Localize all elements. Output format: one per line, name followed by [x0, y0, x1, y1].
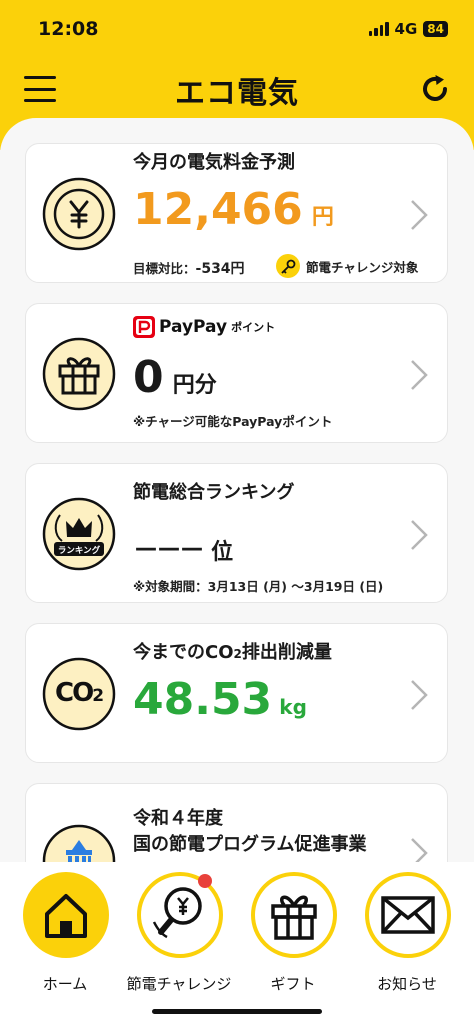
co2-icon: CO2 — [42, 657, 116, 731]
chevron-right-icon — [411, 838, 428, 862]
government-building-icon — [42, 824, 116, 862]
nav-gift-label: ギフト — [270, 975, 316, 993]
paypay-logo-sub: ポイント — [231, 321, 276, 334]
signal-icon — [368, 22, 389, 36]
co2-title: 今までのCO2排出削減量 — [133, 642, 332, 663]
app-header: エコ電気 — [0, 58, 474, 120]
network-type: 4G — [394, 20, 418, 38]
yen-coin-icon — [42, 177, 116, 251]
paypay-amount-row: 0 円分 — [133, 352, 217, 403]
co2-reduction-card[interactable]: CO2 今までのCO2排出削減量 48.53 kg — [25, 623, 448, 763]
ranking-card[interactable]: ランキング 節電総合ランキング －－－ 位 ※対象期間：3月13日 (月) ～3… — [25, 463, 448, 603]
nav-gift[interactable]: ギフト — [238, 872, 348, 1002]
home-icon — [45, 894, 87, 938]
envelope-icon — [381, 896, 435, 934]
ranking-value: －－－ — [133, 536, 205, 566]
status-indicators: 4G 84 — [368, 20, 448, 38]
gift-box-icon — [271, 895, 317, 940]
chevron-right-icon — [411, 520, 428, 550]
paypay-logo-text: PayPay — [159, 317, 228, 337]
nav-home[interactable]: ホーム — [10, 872, 120, 1002]
forecast-amount: 12,466 — [133, 184, 303, 235]
ranking-period-note: ※対象期間：3月13日 (月) ～3月19日 (日) — [133, 579, 384, 594]
target-value: -534円 — [195, 261, 245, 277]
paypay-points-card[interactable]: PayPay ポイント 0 円分 ※チャージ可能なPayPayポイント — [25, 303, 448, 443]
nav-home-label: ホーム — [42, 975, 88, 993]
chevron-right-icon — [411, 360, 428, 390]
home-indicator[interactable] — [152, 1009, 322, 1014]
nav-gift-circle — [251, 872, 337, 958]
battery-indicator: 84 — [423, 21, 448, 37]
nav-home-circle — [23, 872, 109, 958]
notification-dot-icon — [198, 874, 212, 888]
challenge-badge-label: 節電チャレンジ対象 — [306, 259, 419, 275]
forecast-amount-row: 12,466 円 — [133, 184, 334, 235]
program-title-line2: 国の節電プログラム促進事業 — [133, 834, 367, 855]
paypay-unit: 円分 — [172, 373, 217, 398]
ranking-value-row: －－－ 位 — [133, 530, 233, 567]
target-label: 目標対比： — [133, 261, 196, 276]
refresh-icon[interactable] — [418, 72, 452, 106]
ranking-icon-label: ランキング — [57, 546, 101, 556]
nav-challenge-label: 節電チャレンジ — [126, 975, 232, 993]
co2-unit: kg — [279, 695, 307, 719]
paypay-note: ※チャージ可能なPayPayポイント — [133, 414, 333, 429]
forecast-title: 今月の電気料金予測 — [133, 152, 295, 173]
paypay-amount: 0 — [133, 352, 164, 403]
nav-challenge[interactable]: 節電チャレンジ — [124, 872, 234, 1002]
gift-icon — [42, 337, 116, 411]
nav-news[interactable]: お知らせ — [352, 872, 462, 1002]
main-content: 今月の電気料金予測 12,466 円 目標対比：-534円 節電チャレンジ対象 — [0, 118, 474, 862]
nav-news-circle — [365, 872, 451, 958]
saving-program-card[interactable]: 令和４年度 国の節電プログラム促進事業 — [25, 783, 448, 862]
paypay-logo: PayPay ポイント — [133, 316, 275, 338]
chevron-right-icon — [411, 680, 428, 710]
co2-amount-row: 48.53 kg — [133, 674, 307, 725]
ranking-crown-icon: ランキング — [42, 497, 116, 571]
bottom-navigation: ホーム 節電チャレンジ ギフト お知らせ — [0, 862, 474, 1024]
key-icon — [276, 254, 300, 278]
forecast-unit: 円 — [311, 205, 334, 230]
status-time: 12:08 — [38, 18, 99, 40]
co2-amount: 48.53 — [133, 674, 273, 725]
chevron-right-icon — [411, 200, 428, 230]
bill-forecast-card[interactable]: 今月の電気料金予測 12,466 円 目標対比：-534円 節電チャレンジ対象 — [25, 143, 448, 283]
paypay-logo-icon — [133, 316, 155, 338]
nav-news-label: お知らせ — [377, 975, 437, 993]
status-bar: 12:08 4G 84 — [0, 0, 474, 58]
ranking-title: 節電総合ランキング — [133, 482, 295, 503]
app-title: エコ電気 — [175, 76, 299, 111]
ranking-unit: 位 — [211, 540, 234, 565]
program-title-line1: 令和４年度 — [133, 808, 223, 829]
co2-icon-text: CO2 — [55, 678, 104, 708]
challenge-badge: 節電チャレンジ対象 — [276, 254, 418, 278]
target-comparison: 目標対比：-534円 — [133, 258, 245, 278]
